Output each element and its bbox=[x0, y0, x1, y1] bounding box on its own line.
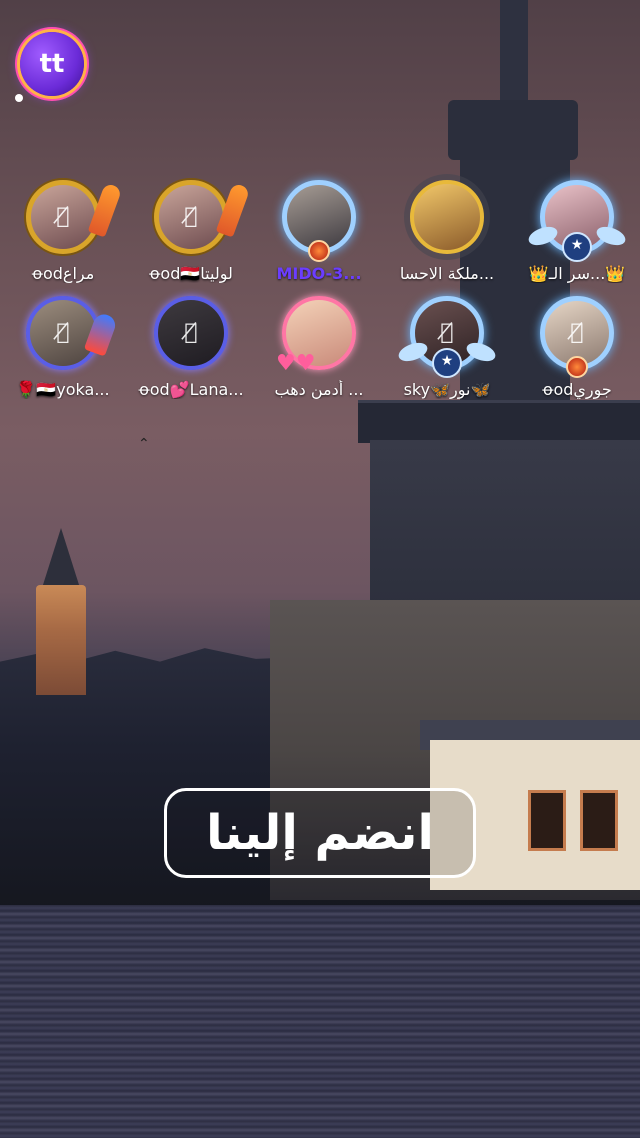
gem-badge-icon bbox=[566, 356, 588, 378]
tower-top bbox=[448, 100, 578, 160]
seat-name: 👑سر الـ...👑 bbox=[528, 264, 626, 283]
galata-tower bbox=[36, 585, 86, 695]
app-logo-icon[interactable]: tt bbox=[20, 32, 84, 96]
avatar: 🎙̸ bbox=[154, 296, 228, 370]
tower-body bbox=[370, 440, 640, 620]
avatar-frame: ★ bbox=[526, 180, 628, 262]
avatar-frame: 🎙̸ ★ bbox=[396, 296, 498, 378]
avatar-frame: 🎙̸ bbox=[26, 180, 123, 254]
join-button[interactable]: انضم إلينا bbox=[164, 788, 476, 878]
seat-name: ꝋodمراع bbox=[31, 264, 95, 283]
seat-name: ملكة الاحسا... bbox=[399, 264, 495, 283]
seat-5[interactable]: ★ 👑سر الـ...👑 bbox=[518, 180, 636, 283]
mic-off-icon: 🎙̸ bbox=[184, 204, 198, 229]
seat-3[interactable]: MIDO-3... bbox=[260, 180, 378, 283]
avatar-frame bbox=[282, 180, 356, 262]
seat-name: ꝋod🇪🇬لوليتا bbox=[149, 264, 233, 283]
gem-badge-icon bbox=[308, 240, 330, 262]
mic-off-icon: 🎙̸ bbox=[570, 320, 584, 345]
avatar-frame: 🎙̸ bbox=[540, 296, 614, 378]
star-badge-icon: ★ bbox=[562, 232, 592, 262]
seat-4[interactable]: ملكة الاحسا... bbox=[388, 180, 506, 283]
avatar: 🎙̸ bbox=[154, 180, 228, 254]
seat-name: MIDO-3... bbox=[276, 264, 362, 283]
avatar bbox=[410, 180, 484, 254]
mic-off-icon: 🎙̸ bbox=[440, 320, 454, 345]
house-window bbox=[580, 790, 618, 851]
bird-icon: ⌃ bbox=[138, 436, 150, 452]
galata-roof bbox=[42, 528, 80, 588]
avatar-frame: 🎙̸ bbox=[154, 296, 228, 370]
seat-6[interactable]: 🎙̸ 🌹🇪🇬yoka... bbox=[4, 296, 122, 399]
avatar-frame bbox=[410, 180, 484, 254]
logo-dot bbox=[15, 94, 23, 102]
mic-off-icon: 🎙̸ bbox=[56, 320, 70, 345]
mic-off-icon: 🎙̸ bbox=[184, 320, 198, 345]
seat-name: أدمن دهب ... bbox=[274, 380, 364, 399]
seat-7[interactable]: 🎙̸ ꝋod💕Lana... bbox=[132, 296, 250, 399]
tower-balcony bbox=[358, 400, 640, 443]
seat-name: ꝋodجوري bbox=[542, 380, 612, 399]
seat-10[interactable]: 🎙̸ ꝋodجوري bbox=[518, 296, 636, 399]
seat-name: sky🦋نور🦋 bbox=[403, 380, 491, 399]
avatar-frame: ♥♥ bbox=[276, 296, 356, 376]
avatar-frame: 🎙̸ bbox=[154, 180, 251, 254]
house-window bbox=[528, 790, 566, 851]
seat-2[interactable]: 🎙̸ ꝋod🇪🇬لوليتا bbox=[132, 180, 251, 283]
avatar: 🎙̸ bbox=[26, 180, 100, 254]
star-badge-icon: ★ bbox=[432, 348, 462, 378]
hearts-decoration-icon: ♥♥ bbox=[276, 351, 316, 376]
avatar-frame: 🎙̸ bbox=[26, 296, 119, 370]
seat-name: ꝋod💕Lana... bbox=[138, 380, 244, 399]
seat-name: 🌹🇪🇬yoka... bbox=[16, 380, 110, 399]
background-scene: ⌃ bbox=[0, 0, 640, 1138]
seat-9[interactable]: 🎙̸ ★ sky🦋نور🦋 bbox=[388, 296, 506, 399]
seat-1[interactable]: 🎙̸ ꝋodمراع bbox=[4, 180, 123, 283]
water bbox=[0, 905, 640, 1138]
seat-8[interactable]: ♥♥ أدمن دهب ... bbox=[260, 296, 378, 399]
mic-off-icon: 🎙̸ bbox=[56, 204, 70, 229]
